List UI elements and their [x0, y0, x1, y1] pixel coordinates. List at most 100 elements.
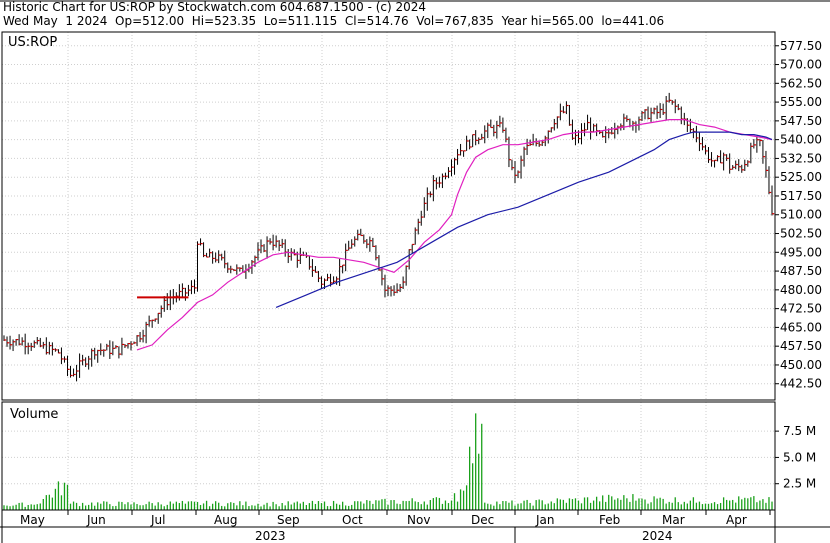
price-bar	[466, 135, 469, 151]
price-bar	[762, 140, 766, 164]
price-bar	[656, 105, 660, 119]
price-bar	[584, 122, 587, 137]
price-bar	[454, 157, 457, 175]
price-bar	[741, 164, 744, 173]
price-bar	[496, 120, 500, 139]
price-bar	[36, 336, 40, 345]
price-bar	[559, 103, 563, 121]
price-bar	[97, 349, 100, 363]
price-bar	[441, 173, 445, 189]
price-bar	[200, 238, 203, 246]
price-bar	[136, 335, 140, 347]
price-bar	[327, 273, 330, 281]
volume-tick-label: 7.5 M	[783, 424, 816, 438]
price-bar	[39, 337, 43, 348]
price-bar	[181, 283, 185, 299]
price-bar	[544, 135, 548, 147]
price-bar	[535, 138, 539, 147]
price-bar	[444, 172, 448, 180]
price-bar	[157, 312, 161, 324]
y-tick-label: 517.50	[780, 189, 822, 203]
price-bar	[447, 167, 451, 179]
month-label: Nov	[407, 513, 430, 527]
price-bar	[339, 258, 342, 286]
symbol-label: US:ROP	[8, 35, 57, 50]
price-bar	[487, 122, 490, 139]
y-tick-label: 577.50	[780, 39, 822, 53]
price-bar	[517, 170, 521, 179]
price-bar	[103, 349, 106, 357]
price-bar	[151, 319, 155, 328]
price-bar	[553, 118, 557, 131]
y-tick-label: 562.50	[780, 76, 822, 90]
price-bar	[402, 276, 406, 289]
price-bar	[266, 236, 270, 259]
price-bar	[375, 245, 379, 261]
price-bar	[133, 341, 137, 345]
volume-tick-label: 5.0 M	[783, 450, 816, 464]
chart-canvas: 577.50 570.00 562.50 555.00 547.50 540.00 532.…	[0, 0, 830, 543]
price-bar	[233, 268, 236, 271]
price-bar	[750, 142, 754, 164]
price-bar	[284, 239, 288, 257]
price-bar	[184, 287, 188, 301]
price-panel-frame	[1, 31, 776, 401]
price-bar	[121, 337, 125, 356]
price-bar	[9, 335, 13, 350]
year-label: 2023	[255, 529, 286, 543]
price-bar	[393, 285, 397, 296]
price-bar	[435, 177, 439, 190]
month-label: Sep	[277, 513, 300, 527]
price-bar	[245, 264, 249, 279]
price-bar	[24, 333, 28, 355]
price-bar	[617, 125, 620, 135]
price-bar	[744, 159, 747, 171]
price-bar	[547, 130, 551, 144]
price-bar	[771, 185, 775, 216]
price-bar	[429, 191, 433, 198]
price-bar	[714, 159, 717, 168]
price-bar	[587, 114, 590, 130]
price-bar	[753, 139, 757, 149]
price-bar	[596, 123, 599, 137]
month-label: Dec	[471, 513, 494, 527]
price-bar	[6, 336, 10, 347]
y-tick-label: 450.00	[780, 358, 822, 372]
price-bar	[336, 276, 339, 285]
price-bar	[532, 133, 536, 146]
price-bar	[82, 354, 85, 366]
price-bar	[581, 123, 584, 145]
price-bar	[166, 293, 170, 310]
price-bar	[221, 253, 224, 261]
price-bar	[203, 242, 206, 258]
price-bar	[499, 115, 503, 128]
price-bar	[281, 238, 285, 249]
y-tick-label: 495.00	[780, 245, 822, 259]
price-bar	[387, 285, 391, 297]
price-bar	[605, 126, 608, 144]
price-bar	[230, 265, 233, 274]
month-label: Jun	[86, 513, 106, 527]
price-bar	[73, 368, 76, 377]
price-bar	[677, 103, 681, 111]
price-bar	[263, 244, 267, 253]
y-tick-label: 480.00	[780, 283, 822, 297]
price-bar	[145, 321, 149, 344]
price-bar	[76, 364, 79, 382]
price-bar	[15, 338, 19, 346]
volume-title: Volume	[10, 407, 58, 422]
price-bar	[732, 165, 735, 170]
price-bar	[720, 150, 723, 164]
y-tick-label: 502.50	[780, 227, 822, 241]
price-bar	[227, 262, 230, 273]
price-bar	[63, 356, 67, 363]
price-bar	[12, 339, 16, 352]
price-bar	[278, 240, 282, 252]
month-label: May	[20, 513, 45, 527]
price-bar	[523, 146, 527, 167]
y-tick-label: 540.00	[780, 133, 822, 147]
price-bar	[590, 117, 593, 140]
price-bar	[481, 133, 484, 140]
price-bar	[478, 137, 481, 145]
price-bar	[659, 103, 663, 119]
